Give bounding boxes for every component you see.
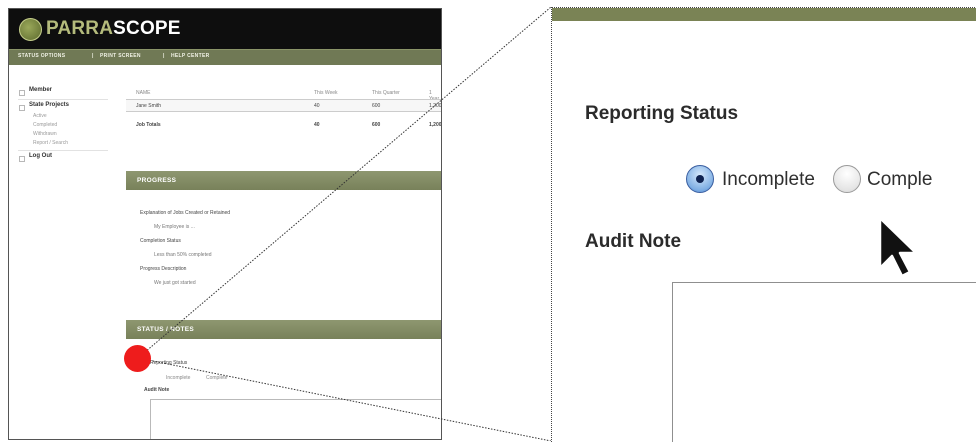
audit-note-label: Audit Note (585, 231, 682, 252)
callout-line-bottom (137, 357, 552, 441)
option-complete-label[interactable]: Comple (867, 169, 932, 191)
mouse-pointer-icon (878, 216, 918, 278)
radio-empty-icon[interactable] (833, 165, 861, 193)
radio-dot (696, 175, 704, 183)
option-incomplete-label[interactable]: Incomplete (722, 169, 815, 191)
callout-dot-icon (124, 345, 151, 372)
audit-note-textarea[interactable] (672, 282, 976, 442)
radio-selected-icon[interactable] (686, 165, 714, 193)
reporting-status-label: Reporting Status (585, 103, 739, 124)
callout-line-top (137, 6, 552, 359)
zoom-panel: Reporting Status Incomplete Comple Audit… (551, 7, 976, 442)
section-bar (552, 8, 976, 21)
